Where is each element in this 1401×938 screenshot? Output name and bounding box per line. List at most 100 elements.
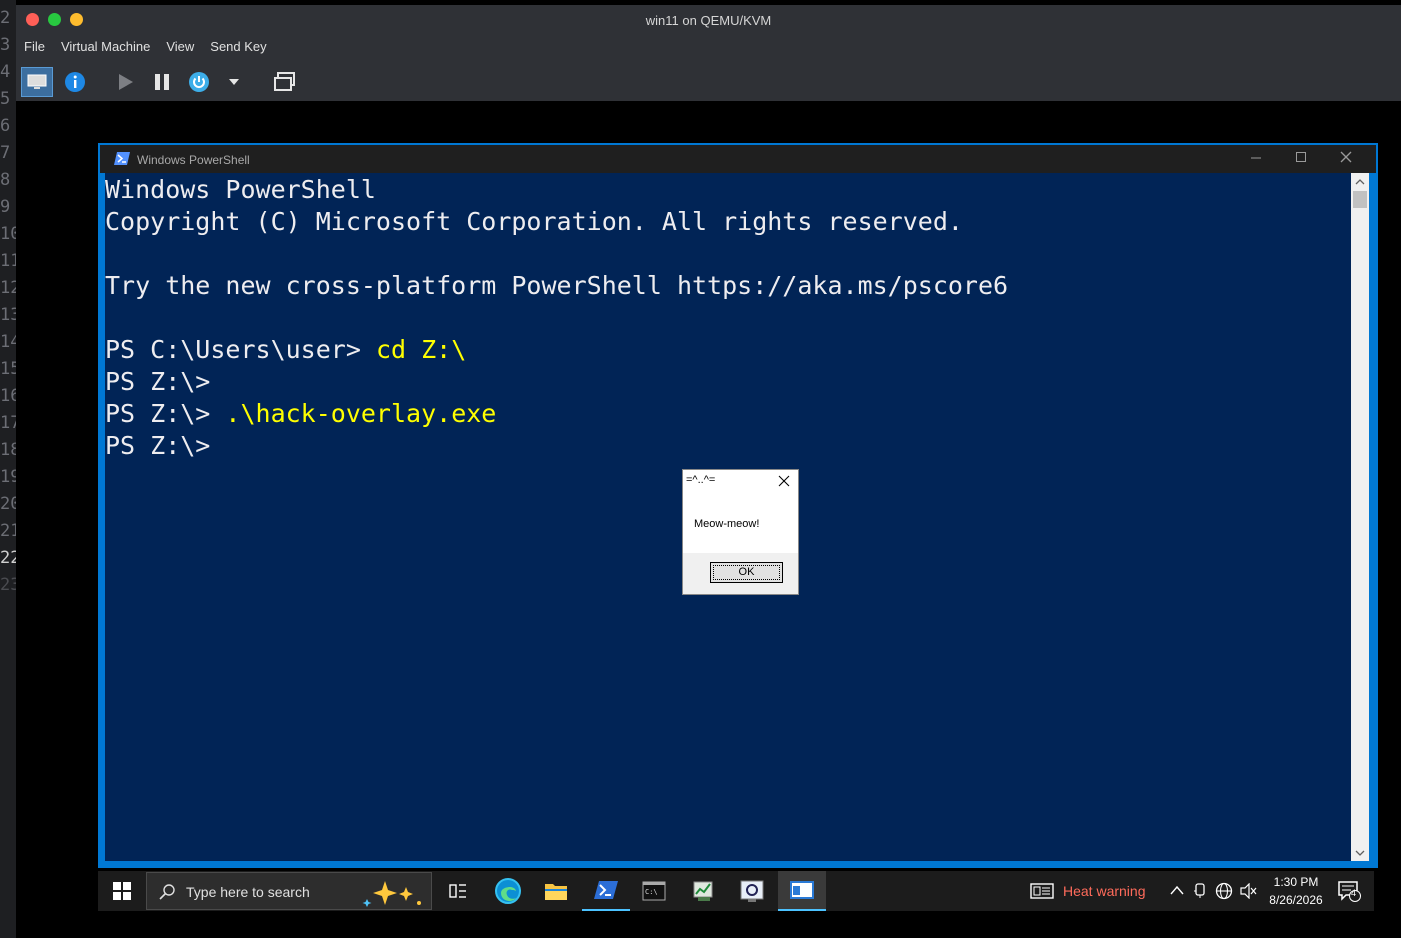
command-text: cd Z:\ bbox=[375, 335, 467, 364]
weather-alert-text[interactable]: Heat warning bbox=[1063, 883, 1146, 899]
menu-file[interactable]: File bbox=[16, 39, 53, 61]
power-icon bbox=[189, 72, 209, 92]
console-line: Try the new cross-platform PowerShell ht… bbox=[105, 271, 1008, 301]
vm-viewer-window: win11 on QEMU/KVM File Virtual Machine V… bbox=[16, 5, 1401, 101]
menu-bar: File Virtual Machine View Send Key bbox=[16, 39, 275, 61]
close-icon bbox=[778, 475, 790, 487]
dialog-close-button[interactable] bbox=[778, 472, 790, 491]
line-number: 23 bbox=[0, 575, 16, 595]
chevron-up-icon[interactable] bbox=[1170, 885, 1184, 895]
line-number: 22 bbox=[0, 548, 16, 568]
line-number: 2 bbox=[0, 8, 11, 28]
line-number: 8 bbox=[0, 170, 11, 190]
line-number: 14 bbox=[0, 332, 16, 352]
device-icon[interactable] bbox=[1193, 883, 1207, 899]
line-number: 17 bbox=[0, 413, 16, 433]
search-placeholder: Type here to search bbox=[186, 884, 310, 900]
menu-send-key[interactable]: Send Key bbox=[202, 39, 274, 61]
ok-button[interactable]: OK bbox=[710, 562, 783, 583]
screens-icon bbox=[274, 72, 295, 91]
line-number: 11 bbox=[0, 251, 16, 271]
line-number: 20 bbox=[0, 494, 16, 514]
start-button[interactable] bbox=[98, 871, 146, 911]
volume-muted-icon[interactable] bbox=[1240, 883, 1258, 899]
vm-toolbar bbox=[16, 65, 1401, 99]
inspector-app-icon bbox=[740, 880, 764, 902]
active-app-taskbar-button[interactable] bbox=[778, 871, 826, 911]
scroll-up-icon[interactable] bbox=[1355, 178, 1365, 185]
vertical-scrollbar[interactable] bbox=[1351, 173, 1369, 861]
line-number: 9 bbox=[0, 197, 11, 217]
folder-icon bbox=[545, 884, 567, 900]
line-number: 18 bbox=[0, 440, 16, 460]
scroll-down-icon[interactable] bbox=[1355, 850, 1365, 857]
shutdown-button[interactable] bbox=[184, 67, 214, 97]
powershell-taskbar-button[interactable] bbox=[582, 871, 630, 911]
console-text: Copyright (C) Microsoft Corporation. All… bbox=[105, 207, 963, 236]
minimize-button[interactable] bbox=[1246, 151, 1266, 167]
prompt-text: PS Z:\> bbox=[105, 399, 226, 428]
close-button[interactable] bbox=[1336, 151, 1356, 167]
svg-text:C:\: C:\ bbox=[645, 888, 658, 896]
line-number: 6 bbox=[0, 116, 11, 136]
file-explorer-button[interactable] bbox=[532, 871, 580, 911]
window-app-icon bbox=[790, 881, 814, 899]
command-prompt-button[interactable]: C:\ bbox=[630, 871, 678, 911]
task-view-icon bbox=[449, 884, 466, 898]
notification-count: 4 bbox=[1351, 888, 1357, 898]
console-line: PS Z:\> bbox=[105, 431, 210, 461]
console-line: PS Z:\> .\hack-overlay.exe bbox=[105, 399, 496, 429]
app-taskbar-button[interactable] bbox=[680, 871, 728, 911]
console-line: Windows PowerShell bbox=[105, 175, 376, 205]
monitor-icon bbox=[27, 74, 47, 89]
taskbar: Type here to search C:\ Heat warning 1:3… bbox=[98, 871, 1374, 911]
console-line: PS Z:\> bbox=[105, 367, 210, 397]
taskbar-search-box[interactable]: Type here to search bbox=[146, 872, 432, 910]
console-line: Copyright (C) Microsoft Corporation. All… bbox=[105, 207, 963, 237]
shutdown-menu-dropdown[interactable] bbox=[222, 67, 246, 97]
line-number: 16 bbox=[0, 386, 16, 406]
search-icon bbox=[159, 884, 175, 900]
line-number: 4 bbox=[0, 62, 11, 82]
scrollbar-thumb[interactable] bbox=[1353, 191, 1367, 208]
menu-view[interactable]: View bbox=[158, 39, 202, 61]
tool-taskbar-button[interactable] bbox=[728, 871, 776, 911]
line-number: 19 bbox=[0, 467, 16, 487]
chart-app-icon bbox=[693, 881, 713, 901]
details-button[interactable] bbox=[60, 67, 90, 97]
editor-gutter: 2 3 4 5 6 7 8 9 10 11 12 13 14 15 16 17 … bbox=[0, 0, 16, 938]
fullscreen-button[interactable] bbox=[270, 67, 300, 97]
notification-icon bbox=[1338, 881, 1361, 902]
task-view-button[interactable] bbox=[434, 871, 482, 911]
minimize-icon bbox=[1251, 157, 1261, 159]
clock-date[interactable]: 8/26/2026 bbox=[1263, 893, 1329, 907]
edge-taskbar-button[interactable] bbox=[484, 871, 532, 911]
powershell-title: Windows PowerShell bbox=[137, 153, 250, 167]
windows-logo-icon bbox=[113, 882, 131, 900]
notification-center-button[interactable]: 4 bbox=[1334, 871, 1366, 911]
maximize-button[interactable] bbox=[1291, 151, 1311, 167]
console-text: Windows PowerShell bbox=[105, 175, 376, 204]
weather-widget-icon[interactable] bbox=[1028, 871, 1056, 911]
run-button[interactable] bbox=[110, 67, 140, 97]
host-titlebar: win11 on QEMU/KVM bbox=[16, 5, 1401, 37]
clock-time[interactable]: 1:30 PM bbox=[1273, 875, 1319, 889]
powershell-icon bbox=[114, 152, 130, 165]
prompt-text: PS C:\Users\user> bbox=[105, 335, 376, 364]
search-highlight-icon bbox=[362, 881, 421, 907]
powershell-titlebar[interactable]: Windows PowerShell bbox=[100, 145, 1376, 173]
line-number: 3 bbox=[0, 35, 11, 55]
line-number: 21 bbox=[0, 521, 16, 541]
message-box: =^..^= Meow-meow! OK bbox=[682, 469, 799, 595]
news-icon bbox=[1030, 883, 1054, 899]
close-icon bbox=[1340, 151, 1352, 163]
chevron-down-icon bbox=[229, 79, 239, 85]
pause-button[interactable] bbox=[147, 67, 177, 97]
console-view-button[interactable] bbox=[21, 67, 53, 97]
terminal-icon: C:\ bbox=[642, 881, 666, 901]
prompt-text: PS Z:\> bbox=[105, 431, 211, 460]
network-globe-icon[interactable] bbox=[1215, 882, 1233, 900]
info-icon bbox=[65, 72, 85, 92]
menu-virtual-machine[interactable]: Virtual Machine bbox=[53, 39, 158, 61]
window-title: win11 on QEMU/KVM bbox=[645, 13, 772, 28]
